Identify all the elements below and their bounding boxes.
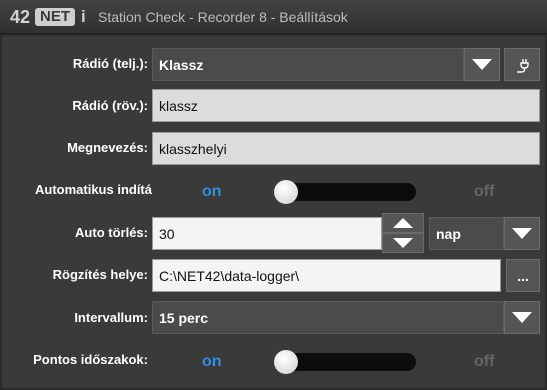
browse-button[interactable]: ...	[506, 259, 540, 292]
auto-start-on-label: on	[202, 183, 222, 200]
radio-short-label: Rádió (röv.):	[72, 98, 148, 113]
spinner-down-button[interactable]	[382, 233, 424, 253]
chevron-down-icon	[512, 312, 532, 323]
radio-full-dropdown-button[interactable]	[464, 48, 500, 81]
plug-icon	[517, 58, 529, 73]
logo-number: 42	[10, 7, 31, 27]
spinner-up-button[interactable]	[382, 213, 424, 233]
exact-periods-off-label: off	[474, 353, 495, 370]
exact-periods-toggle-knob[interactable]	[274, 350, 298, 374]
triangle-down-icon	[393, 238, 413, 248]
unit-select[interactable]: nap	[429, 217, 504, 250]
chevron-down-icon	[472, 59, 492, 70]
interval-dropdown-button[interactable]	[504, 301, 540, 334]
interval-select[interactable]: 15 perc	[152, 301, 504, 334]
storage-path-value: C:\NET42\data-logger\	[159, 267, 300, 284]
auto-start-label: Automatikus indítá	[34, 182, 152, 197]
logo-net: NET	[35, 8, 75, 26]
auto-delete-value: 30	[159, 225, 175, 242]
unit-value: nap	[436, 225, 461, 242]
interval-value: 15 perc	[159, 309, 209, 326]
plug-button[interactable]	[504, 48, 540, 81]
title-bar: 42 NET i Station Check - Recorder 8 - Be…	[0, 0, 547, 34]
window-title: Station Check - Recorder 8 - Beállítások	[98, 9, 348, 25]
storage-path-input[interactable]: C:\NET42\data-logger\	[152, 259, 501, 292]
radio-full-label: Rádió (telj.):	[72, 56, 148, 71]
storage-label: Rögzítés helye:	[52, 267, 148, 282]
auto-start-toggle-knob[interactable]	[274, 180, 298, 204]
radio-full-value: Klassz	[159, 56, 204, 73]
triangle-up-icon	[393, 218, 413, 228]
exact-periods-label: Pontos időszakok:	[33, 352, 148, 367]
auto-start-off-label: off	[474, 183, 495, 200]
browse-label: ...	[517, 267, 529, 284]
radio-short-input[interactable]: klassz	[152, 89, 540, 122]
auto-delete-input[interactable]: 30	[152, 217, 382, 250]
settings-panel: Rádió (telj.): Klassz Rádió (röv.): klas…	[2, 36, 545, 388]
name-value: klasszhelyi	[159, 140, 227, 157]
radio-full-select[interactable]: Klassz	[152, 48, 464, 81]
name-label: Megnevezés:	[67, 140, 148, 155]
chevron-down-icon	[512, 228, 532, 239]
logo-i: i	[81, 7, 86, 26]
unit-dropdown-button[interactable]	[504, 217, 540, 250]
auto-delete-label: Auto törlés:	[75, 225, 148, 240]
interval-label: Intervallum:	[74, 310, 148, 325]
radio-short-value: klassz	[159, 97, 198, 114]
name-input[interactable]: klasszhelyi	[152, 132, 540, 165]
exact-periods-on-label: on	[202, 353, 222, 370]
